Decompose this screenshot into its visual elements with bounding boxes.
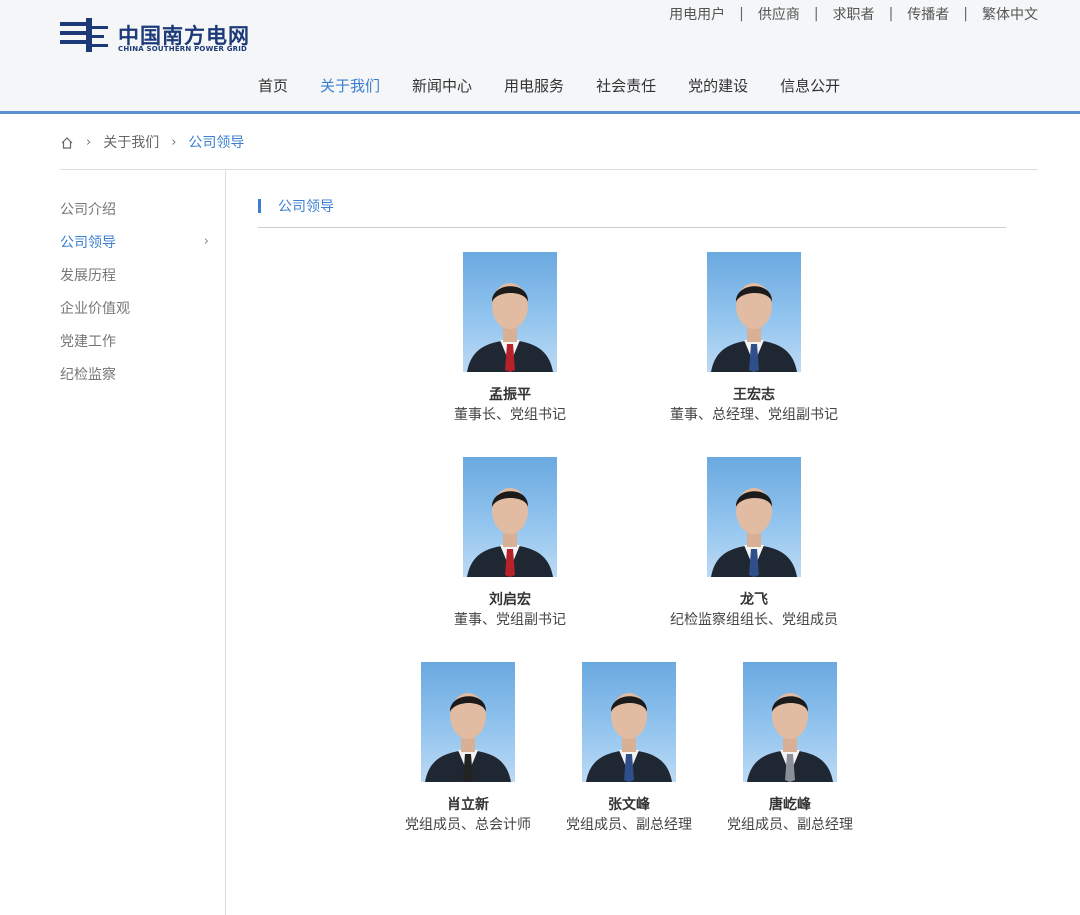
sidebar-item-history[interactable]: 发展历程 [60, 258, 225, 291]
sidebar-item-label: 公司介绍 [60, 201, 116, 218]
portrait-image [467, 488, 553, 577]
sidebar-item-label: 公司领导 [60, 234, 116, 251]
power-grid-logo-icon [60, 18, 108, 52]
leader-photo[interactable] [582, 662, 676, 782]
nav-disclosure[interactable]: 信息公开 [780, 75, 840, 96]
section-title-text: 公司领导 [278, 199, 334, 215]
sidebar-item-label: 纪检监察 [60, 366, 116, 383]
separator: | [739, 6, 744, 22]
leader-photo[interactable] [743, 662, 837, 782]
header-divider [0, 111, 1080, 114]
nav-services[interactable]: 用电服务 [504, 75, 564, 96]
sidebar: 公司介绍 公司领导 › 发展历程 企业价值观 党建工作 纪检监察 [60, 192, 225, 390]
chevron-right-icon: › [203, 234, 209, 249]
breadcrumb-current: 公司领导 [188, 135, 245, 151]
leader-title: 董事、党组副书记 [454, 612, 566, 628]
leader-title: 纪检监察组组长、党组成员 [670, 612, 838, 628]
nav-home[interactable]: 首页 [258, 75, 288, 96]
portrait-image [425, 693, 511, 782]
leader-photo[interactable] [463, 252, 557, 372]
portrait-image [711, 488, 797, 577]
section-title: 公司领导 [258, 196, 334, 216]
separator: | [813, 6, 819, 22]
sidebar-item-intro[interactable]: 公司介绍 [60, 192, 225, 225]
chevron-right-icon: › [86, 134, 92, 150]
sidebar-item-values[interactable]: 企业价值观 [60, 291, 225, 324]
leader-name: 孟振平 [489, 387, 531, 403]
main-nav: 首页 关于我们 新闻中心 用电服务 社会责任 党的建设 信息公开 [258, 75, 872, 96]
separator: | [963, 6, 968, 22]
top-link-jobseekers[interactable]: 求职者 [833, 4, 875, 24]
leader-name: 王宏志 [733, 387, 775, 403]
leader-title: 党组成员、副总经理 [727, 817, 853, 833]
breadcrumb: › 关于我们 › 公司领导 [60, 132, 244, 152]
leader-card[interactable]: 龙飞 纪检监察组组长、党组成员 [654, 457, 854, 630]
leader-name: 唐屹峰 [769, 797, 811, 813]
sidebar-item-leaders[interactable]: 公司领导 › [60, 225, 225, 258]
leader-name: 刘启宏 [489, 592, 531, 608]
sidebar-divider [225, 170, 226, 915]
title-marker [258, 199, 261, 213]
top-links: 用电用户 | 供应商 | 求职者 | 传播者 | 繁体中文 [669, 4, 1038, 24]
leader-photo[interactable] [463, 457, 557, 577]
brand-logo[interactable]: 中国南方电网 CHINA SOUTHERN POWER GRID [60, 16, 270, 56]
section-divider [258, 227, 1006, 228]
nav-news[interactable]: 新闻中心 [412, 75, 472, 96]
top-link-media[interactable]: 传播者 [907, 4, 949, 24]
portrait-image [467, 283, 553, 372]
breadcrumb-about[interactable]: 关于我们 [103, 132, 159, 152]
leader-photo[interactable] [707, 252, 801, 372]
portrait-image [711, 283, 797, 372]
separator: | [888, 6, 894, 22]
nav-about[interactable]: 关于我们 [320, 75, 380, 96]
brand-name-en: CHINA SOUTHERN POWER GRID [118, 45, 248, 53]
sidebar-item-label: 企业价值观 [60, 300, 130, 317]
chevron-right-icon: › [171, 134, 177, 150]
top-link-traditional-chinese[interactable]: 繁体中文 [982, 4, 1038, 24]
nav-responsibility[interactable]: 社会责任 [596, 75, 656, 96]
top-link-suppliers[interactable]: 供应商 [758, 4, 800, 24]
sidebar-item-label: 发展历程 [60, 267, 116, 284]
leader-photo[interactable] [707, 457, 801, 577]
sidebar-item-party-work[interactable]: 党建工作 [60, 324, 225, 357]
top-link-users[interactable]: 用电用户 [669, 4, 725, 24]
leader-photo[interactable] [421, 662, 515, 782]
portrait-image [747, 693, 833, 782]
home-icon[interactable] [60, 136, 74, 150]
leader-card[interactable]: 刘启宏 董事、党组副书记 [410, 457, 610, 630]
leader-name: 龙飞 [740, 592, 768, 608]
leader-card[interactable]: 孟振平 董事长、党组书记 [410, 252, 610, 425]
leader-card[interactable]: 唐屹峰 党组成员、副总经理 [690, 662, 890, 835]
portrait-image [586, 693, 672, 782]
nav-party[interactable]: 党的建设 [688, 75, 748, 96]
sidebar-item-discipline[interactable]: 纪检监察 [60, 357, 225, 390]
sidebar-item-label: 党建工作 [60, 333, 116, 350]
leader-card[interactable]: 王宏志 董事、总经理、党组副书记 [654, 252, 854, 425]
breadcrumb-divider [60, 169, 1038, 170]
leader-title: 董事长、党组书记 [454, 407, 566, 423]
leader-title: 董事、总经理、党组副书记 [670, 407, 838, 423]
